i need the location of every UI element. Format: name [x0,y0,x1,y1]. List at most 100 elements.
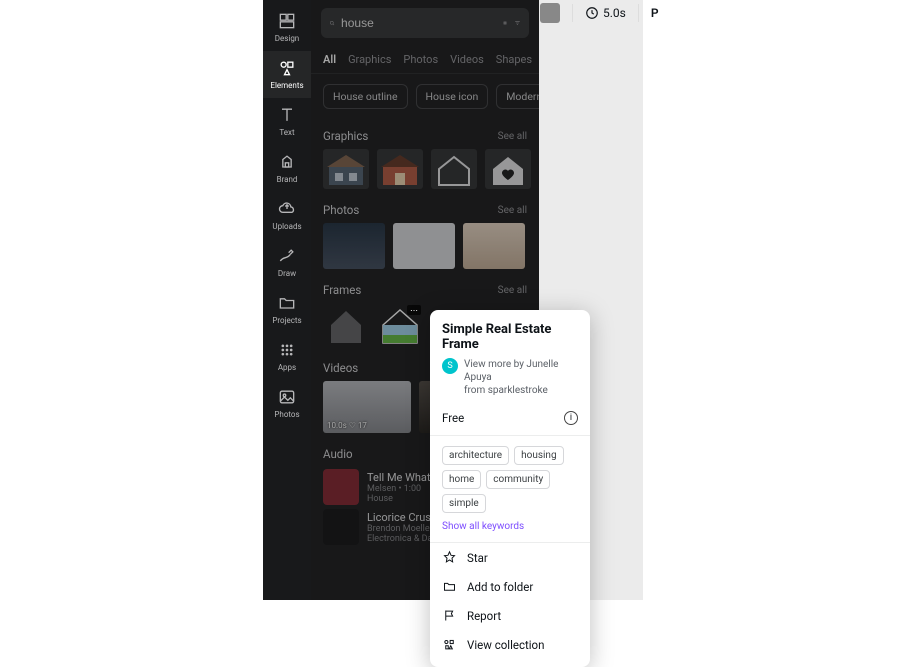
tag[interactable]: simple [442,494,486,513]
divider [638,4,639,22]
tag[interactable]: home [442,470,481,489]
house-outline-icon [431,149,477,189]
action-report[interactable]: Report [430,601,590,630]
apps-icon [277,340,297,360]
action-label: Add to folder [467,580,533,594]
divider [572,4,573,22]
photo-thumb[interactable] [463,223,525,269]
section-title: Photos [323,203,359,217]
rail-brand[interactable]: Brand [263,145,311,192]
graphic-thumb[interactable] [431,149,477,189]
keyword-tags: architecture housing home community simp… [430,436,590,517]
frame-thumb-selected[interactable]: ⋯ [377,303,423,347]
search-bar[interactable] [321,8,529,38]
tab-videos[interactable]: Videos [450,53,484,66]
house-graphic-icon [323,149,369,189]
house-heart-icon [485,149,531,189]
flag-icon [442,608,457,623]
action-label: Report [467,609,501,623]
more-icon[interactable]: ⋯ [407,305,421,315]
author-line: from sparklestroke [464,384,578,397]
rail-projects[interactable]: Projects [263,286,311,333]
tag[interactable]: community [486,470,550,489]
elements-icon [277,58,297,78]
rail-label: Projects [272,316,301,325]
chip[interactable]: Modern ho… [496,84,539,109]
section-graphics: Graphics See all [311,119,539,193]
info-icon[interactable]: i [564,411,578,425]
rail-label: Design [275,34,299,43]
price-label: Free [442,411,464,425]
clear-icon[interactable] [502,16,508,30]
rail-label: Draw [278,269,296,278]
search-input[interactable] [341,16,496,30]
uploads-icon [277,199,297,219]
action-star[interactable]: Star [430,543,590,572]
audio-artwork [323,469,359,505]
topbar-p[interactable]: P [651,6,659,20]
design-icon [277,11,297,31]
brand-icon [277,152,297,172]
photo-thumb[interactable] [393,223,455,269]
suggestion-chips: House outline House icon Modern ho… [311,74,539,119]
photos-icon [277,387,297,407]
duration-control[interactable]: 5.0s [585,6,626,20]
tag[interactable]: housing [514,446,563,465]
rail-uploads[interactable]: Uploads [263,192,311,239]
collection-icon [442,637,457,652]
rail-label: Brand [277,175,298,184]
rail-text[interactable]: Text [263,98,311,145]
popover-title: Simple Real Estate Frame [442,322,578,352]
element-details-popover: Simple Real Estate Frame S View more by … [430,310,590,667]
color-swatch[interactable] [540,3,560,23]
rail-elements[interactable]: Elements [263,51,311,98]
video-thumb[interactable]: 10.0s ♡ 17 [323,381,411,433]
filter-icon[interactable] [514,15,521,31]
graphic-thumb[interactable] [323,149,369,189]
see-all-link[interactable]: See all [498,285,527,296]
video-duration: 10.0s [327,421,347,430]
author-avatar[interactable]: S [442,358,458,374]
rail-apps[interactable]: Apps [263,333,311,380]
search-icon [329,16,335,30]
tab-photos[interactable]: Photos [403,53,438,66]
graphic-thumb[interactable] [485,149,531,189]
action-label: View collection [467,638,544,652]
text-icon [277,105,297,125]
star-icon [442,550,457,565]
rail-label: Uploads [272,222,301,231]
audio-artwork [323,509,359,545]
photo-thumb[interactable] [323,223,385,269]
duration-value: 5.0s [603,6,626,20]
rail-label: Apps [278,363,296,372]
rail-design[interactable]: Design [263,4,311,51]
action-label: Star [467,551,488,565]
author-line: View more by Junelle Apuya [464,358,578,384]
folder-icon [442,579,457,594]
chip[interactable]: House outline [323,84,408,109]
chip[interactable]: House icon [416,84,489,109]
graphic-thumb[interactable] [377,149,423,189]
rail-label: Text [279,128,294,137]
draw-icon [277,246,297,266]
tab-graphics[interactable]: Graphics [348,53,391,66]
tag[interactable]: architecture [442,446,509,465]
author-info[interactable]: View more by Junelle Apuya from sparkles… [464,358,578,397]
section-photos: Photos See all [311,193,539,273]
see-all-link[interactable]: See all [498,131,527,142]
category-tabs: All Graphics Photos Videos Shapes › [311,46,539,74]
rail-draw[interactable]: Draw [263,239,311,286]
projects-icon [277,293,297,313]
tab-shapes[interactable]: Shapes [496,53,532,66]
see-all-link[interactable]: See all [498,205,527,216]
show-all-keywords-link[interactable]: Show all keywords [430,517,590,543]
frame-thumb[interactable] [323,303,369,347]
section-title: Graphics [323,129,368,143]
house-frame-icon [323,303,369,347]
rail-photos[interactable]: Photos [263,380,311,427]
tab-all[interactable]: All [323,53,336,66]
action-view-collection[interactable]: View collection [430,630,590,659]
rail-label: Elements [270,81,303,90]
house-graphic-icon [377,149,423,189]
action-add-folder[interactable]: Add to folder [430,572,590,601]
